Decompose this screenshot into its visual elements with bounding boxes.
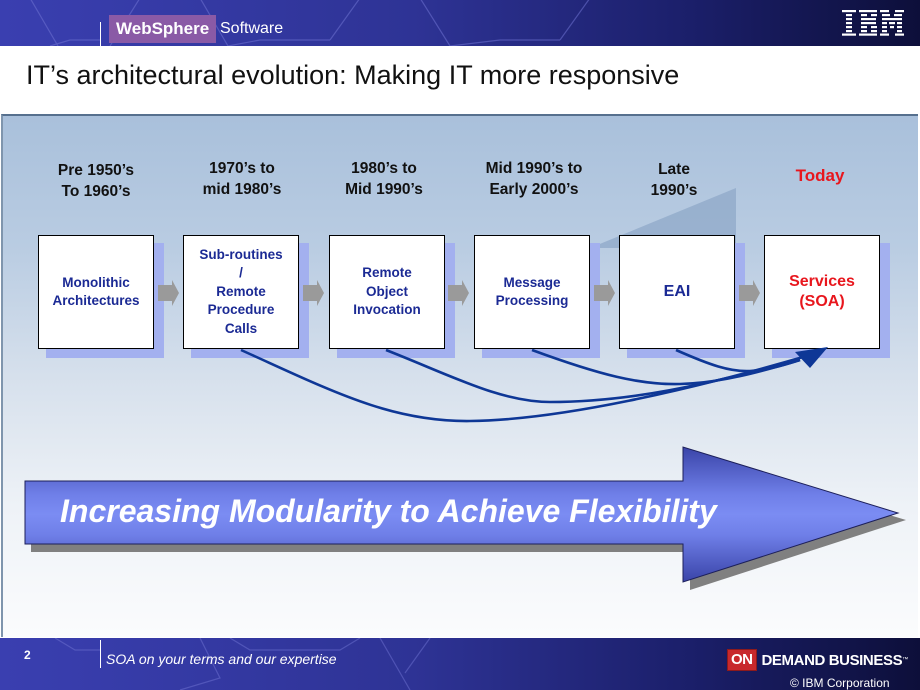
copyright-text: © IBM Corporation	[790, 676, 890, 690]
modularity-banner-text: Increasing Modularity to Achieve Flexibi…	[60, 493, 717, 529]
page-number: 2	[24, 648, 31, 662]
footer-tagline: SOA on your terms and our expertise	[106, 651, 337, 667]
footer-bar: 2 SOA on your terms and our expertise ON…	[0, 638, 920, 690]
footer-divider	[100, 640, 101, 668]
trademark-mark: ™	[902, 657, 909, 663]
odb-on-badge: ON	[727, 649, 757, 671]
odb-text: DEMAND BUSINESS	[761, 651, 903, 669]
on-demand-business-logo: ON DEMAND BUSINESS ™	[727, 649, 908, 671]
modularity-arrow-shape	[24, 446, 906, 590]
